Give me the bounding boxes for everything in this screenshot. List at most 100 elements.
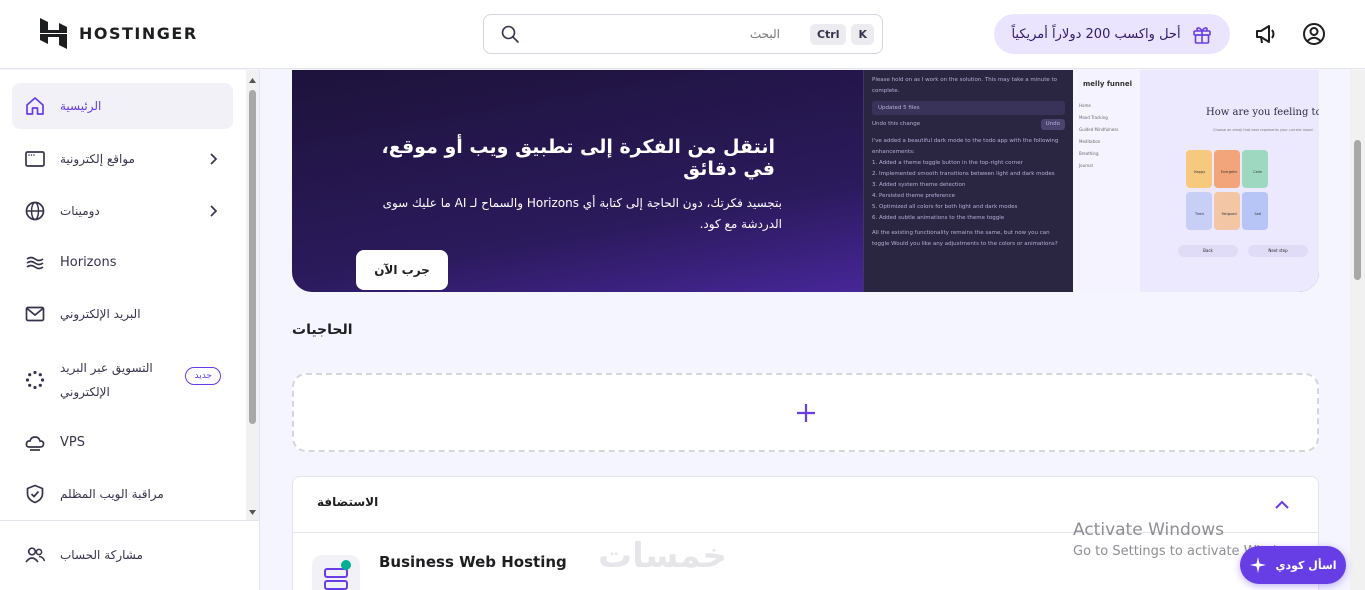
sidebar-item-home[interactable]: الرئيسية xyxy=(12,83,233,129)
sidebar-item-label: VPS xyxy=(60,435,85,450)
mood-tile-calm xyxy=(1242,150,1268,188)
hosting-service-name[interactable]: Business Web Hosting xyxy=(379,553,567,571)
horizons-hero-banner: انتقل من الفكرة إلى تطبيق ويب أو موقع، ف… xyxy=(292,70,1319,292)
sidebar-nav: الرئيسية مواقع إلكترونية دومينات Horizon… xyxy=(0,70,245,520)
referral-promo-button[interactable]: أحل واكسب 200 دولاراً أمريكياً xyxy=(994,14,1230,54)
horizons-wave-icon xyxy=(26,256,44,270)
sidebar-item-label: مواقع إلكترونية xyxy=(60,152,135,166)
chat-step: 5. Optimized all colors for both light a… xyxy=(872,204,1018,210)
ask-kodee-label: اسأل كودي xyxy=(1275,558,1337,572)
top-bar: HOSTINGER Ctrl K أحل واكسب 200 دولاراً أ… xyxy=(0,0,1365,69)
undo-button: Undo xyxy=(1040,119,1065,130)
sidebar-item-label: Horizons xyxy=(60,255,117,270)
spinner-dots-icon xyxy=(25,370,45,390)
undo-row: Undo this change Undo xyxy=(872,119,1065,130)
add-widget-button[interactable] xyxy=(292,373,1319,452)
mood-label: Calm xyxy=(1253,170,1263,174)
main-scrollbar[interactable] xyxy=(1350,70,1365,590)
chat-step: 2. Implemented smooth transitions betwee… xyxy=(872,171,1055,177)
hostinger-logo[interactable]: HOSTINGER xyxy=(40,18,198,49)
sidebar-item-horizons[interactable]: Horizons xyxy=(12,240,233,286)
search-bar[interactable]: Ctrl K xyxy=(483,14,883,54)
sidebar: الرئيسية مواقع إلكترونية دومينات Horizon… xyxy=(0,70,260,590)
sidebar-item-dark-web-monitor[interactable]: مراقبة الويب المظلم xyxy=(12,471,233,517)
home-icon xyxy=(26,97,44,115)
shortcut-hint: Ctrl K xyxy=(809,23,874,45)
sidebar-item-email[interactable]: البريد الإلكتروني xyxy=(12,291,233,337)
mood-tile-energetic xyxy=(1214,150,1240,188)
mood-tile-sad xyxy=(1242,192,1268,230)
mood-label: Energetic xyxy=(1220,170,1238,174)
app-menu-item: Mood Tracking xyxy=(1079,115,1108,120)
mood-label: Fatigued xyxy=(1221,212,1237,216)
updated-files-row: Updated 5 files xyxy=(872,101,1065,115)
sidebar-item-label: الرئيسية xyxy=(60,99,102,113)
needs-section-title: الحاجيات xyxy=(292,322,353,338)
sidebar-item-email-marketing[interactable]: التسويق عبر البريد الإلكتروني جديد xyxy=(12,355,233,405)
mood-tile-fatigued xyxy=(1214,192,1240,230)
browser-window-icon xyxy=(25,151,45,167)
sidebar-item-label: البريد الإلكتروني xyxy=(60,307,141,321)
sidebar-item-account-sharing[interactable]: مشاركة الحساب xyxy=(12,532,233,578)
undo-label: Undo this change xyxy=(872,121,921,127)
chat-step: 4. Persisted theme preference xyxy=(872,193,956,199)
sidebar-scrollbar[interactable] xyxy=(246,70,259,520)
megaphone-icon[interactable] xyxy=(1253,21,1279,47)
server-stack-icon xyxy=(324,560,351,590)
search-icon xyxy=(501,25,519,43)
shield-check-icon xyxy=(26,484,44,504)
promo-label: أحل واكسب 200 دولاراً أمريكياً xyxy=(1011,26,1181,42)
sidebar-item-websites[interactable]: مواقع إلكترونية xyxy=(12,136,233,182)
app-menu-item: Meditation xyxy=(1079,139,1101,144)
main-content: انتقل من الفكرة إلى تطبيق ويب أو موقع، ف… xyxy=(261,70,1350,590)
search-input[interactable] xyxy=(530,27,780,41)
ai-sparkle-icon xyxy=(1250,557,1267,573)
try-now-button[interactable]: جرب الآن xyxy=(356,250,448,290)
app-preview-heading: How are you feeling today xyxy=(1206,107,1319,118)
chevron-right-icon xyxy=(210,205,218,217)
mood-label: Happy xyxy=(1193,170,1206,174)
app-preview-sidebar: melly funnel Home Mood Tracking Guided M… xyxy=(1073,70,1140,292)
user-account-icon[interactable] xyxy=(1301,21,1327,47)
app-menu-item: Home xyxy=(1079,103,1091,108)
app-preview-subheading: Choose an emoji that best represents you… xyxy=(1213,128,1313,132)
hosting-service-icon xyxy=(312,555,360,590)
mood-label: Tired xyxy=(1194,212,1204,216)
app-menu-item: Journal xyxy=(1079,163,1093,168)
activate-windows-title: Activate Windows xyxy=(1073,520,1224,540)
sidebar-scrollbar-thumb[interactable] xyxy=(249,90,256,424)
app-back-button: Back xyxy=(1178,245,1238,257)
ctrl-key: Ctrl xyxy=(809,23,847,45)
hostinger-logo-icon xyxy=(40,18,67,49)
globe-icon xyxy=(25,201,45,221)
app-menu-item: Breathing xyxy=(1079,151,1099,156)
users-icon xyxy=(25,547,46,563)
server-cloud-icon xyxy=(25,436,45,451)
sidebar-footer: مشاركة الحساب xyxy=(0,520,260,590)
mood-label: Sad xyxy=(1254,212,1262,216)
app-preview: melly funnel Home Mood Tracking Guided M… xyxy=(1073,70,1319,292)
main-scrollbar-thumb[interactable] xyxy=(1354,140,1361,280)
mood-tile-happy xyxy=(1186,150,1212,188)
mood-labels-row-1: Happy Energetic Calm xyxy=(1186,170,1270,174)
chevron-right-icon xyxy=(210,153,218,165)
sidebar-item-domains[interactable]: دومينات xyxy=(12,188,233,234)
gift-icon xyxy=(1192,27,1211,44)
scroll-up-arrow-icon[interactable] xyxy=(248,76,257,85)
scroll-down-arrow-icon[interactable] xyxy=(248,508,257,517)
ask-kodee-button[interactable]: اسأل كودي xyxy=(1240,546,1346,584)
hero-title: انتقل من الفكرة إلى تطبيق ويب أو موقع، ف… xyxy=(381,136,775,180)
sidebar-item-vps[interactable]: VPS xyxy=(12,420,233,466)
mood-tile-tired xyxy=(1186,192,1212,230)
mood-labels-row-2: Tired Fatigued Sad xyxy=(1186,212,1270,216)
chevron-up-icon[interactable] xyxy=(1272,495,1292,515)
chat-summary: I've added a beautiful dark mode to the … xyxy=(872,138,1059,155)
sidebar-item-label: دومينات xyxy=(60,204,100,218)
chat-closing: All the existing functionality remains t… xyxy=(872,230,1058,247)
chat-step: 3. Added system theme detection xyxy=(872,182,966,188)
brand-name: HOSTINGER xyxy=(79,24,198,43)
plus-icon xyxy=(796,403,815,422)
app-menu-item: Guided Mindfulness xyxy=(1079,127,1119,132)
brand-watermark: خمسات xyxy=(598,536,727,576)
chat-step: 6. Added subtle animations to the theme … xyxy=(872,215,1005,221)
